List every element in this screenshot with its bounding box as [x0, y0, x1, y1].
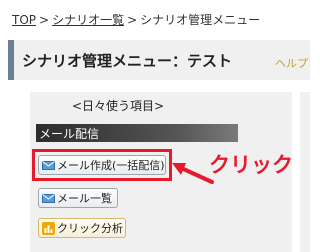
click-annotation-label: クリック: [209, 153, 293, 177]
mail-list-label: メール一覧: [57, 192, 112, 205]
page-title: シナリオ管理メニュー：テスト: [22, 52, 233, 70]
breadcrumb-link-top[interactable]: TOP: [12, 13, 36, 27]
breadcrumb-current: シナリオ管理メニュー: [140, 13, 261, 27]
breadcrumb-link-scenario-list[interactable]: シナリオ一覧: [52, 13, 124, 27]
mail-list-button[interactable]: メール一覧: [38, 188, 118, 208]
highlight-box: [32, 149, 172, 181]
right-panel: [300, 92, 310, 252]
bar-chart-icon: [42, 221, 55, 235]
section-header-mail-delivery: メール配信: [39, 127, 100, 141]
help-link[interactable]: ヘルプ: [275, 55, 308, 71]
breadcrumb-separator: >: [127, 13, 138, 27]
click-analysis-button[interactable]: クリック分析: [38, 218, 126, 238]
click-analysis-label: クリック分析: [57, 222, 123, 235]
breadcrumb: TOP > シナリオ一覧 > シナリオ管理メニュー: [12, 11, 260, 28]
envelope-icon: [42, 193, 55, 203]
breadcrumb-separator: >: [39, 13, 50, 27]
panel-heading: <日々使う項目>: [72, 99, 165, 113]
